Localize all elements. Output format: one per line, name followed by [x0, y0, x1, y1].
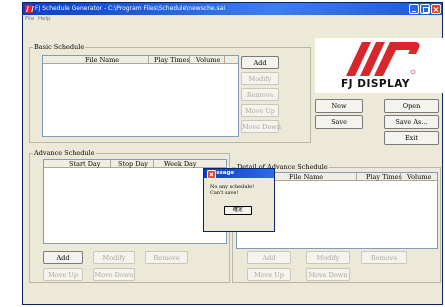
close-icon[interactable]: [431, 4, 441, 14]
basic-modify-button[interactable]: Modify: [241, 72, 279, 85]
advance-schedule-group: Advance Schedule Start Day Stop Day Week…: [29, 149, 230, 283]
fj-display-logo: FJ DISPLAY: [315, 38, 445, 93]
basic-add-button[interactable]: Add: [241, 56, 279, 69]
basic-schedule-group: Basic Schedule File Name Play Times Volu…: [29, 43, 311, 143]
column-week-day[interactable]: Week Day: [164, 160, 197, 168]
detail-move-down-button[interactable]: Move Down: [306, 268, 350, 281]
advance-modify-button[interactable]: Modify: [93, 251, 135, 264]
open-button[interactable]: Open: [384, 99, 439, 113]
main-window: FJ Schedule Generator - C:\Program Files…: [22, 2, 445, 305]
advance-move-up-button[interactable]: Move Up: [43, 268, 83, 281]
column-file-name[interactable]: File Name: [85, 56, 119, 64]
column-start-day[interactable]: Start Day: [69, 160, 100, 168]
column-detail-volume[interactable]: Volume: [407, 173, 431, 181]
dialog-ok-button[interactable]: 確定: [224, 206, 252, 215]
dialog-message: No any schedule! Can't save!: [210, 184, 254, 196]
detail-remove-button[interactable]: Remove: [361, 251, 407, 264]
advance-move-down-button[interactable]: Move Down: [93, 268, 135, 281]
dialog-close-icon[interactable]: [207, 170, 216, 179]
basic-schedule-header: File Name Play Times Volume: [43, 56, 238, 64]
detail-move-up-button[interactable]: Move Up: [247, 268, 291, 281]
dialog-title-bar[interactable]: Message: [204, 169, 274, 179]
column-stop-day[interactable]: Stop Day: [118, 160, 148, 168]
new-button[interactable]: New: [315, 99, 363, 113]
basic-schedule-label: Basic Schedule: [33, 43, 86, 51]
maximize-icon[interactable]: [420, 4, 430, 14]
menu-bar: File Help: [23, 15, 442, 24]
detail-add-button[interactable]: Add: [247, 251, 291, 264]
basic-move-up-button[interactable]: Move Up: [241, 104, 279, 117]
basic-move-down-button[interactable]: Move Down: [241, 120, 281, 133]
logo-text: FJ DISPLAY: [341, 78, 411, 90]
column-detail-file-name[interactable]: File Name: [289, 173, 323, 181]
message-dialog: Message No any schedule! Can't save! 確定: [203, 168, 275, 232]
save-button[interactable]: Save: [315, 115, 363, 129]
column-volume[interactable]: Volume: [196, 56, 220, 64]
advance-schedule-header: Start Day Stop Day Week Day: [44, 160, 226, 168]
minimize-icon[interactable]: [409, 4, 419, 14]
advance-remove-button[interactable]: Remove: [145, 251, 188, 264]
basic-schedule-list[interactable]: File Name Play Times Volume: [42, 55, 239, 137]
menu-help[interactable]: Help: [38, 16, 51, 22]
column-detail-play-times[interactable]: Play Times: [366, 173, 402, 181]
window-title: FJ Schedule Generator - C:\Program Files…: [35, 5, 225, 12]
save-as-button[interactable]: Save As...: [384, 115, 439, 129]
title-bar[interactable]: FJ Schedule Generator - C:\Program Files…: [23, 3, 442, 15]
column-play-times[interactable]: Play Times: [154, 56, 190, 64]
menu-file[interactable]: File: [25, 16, 34, 22]
fj-logo-mark: [346, 42, 420, 76]
exit-button[interactable]: Exit: [384, 131, 439, 145]
detail-modify-button[interactable]: Modify: [306, 251, 350, 264]
app-logo-icon: [25, 5, 33, 13]
advance-add-button[interactable]: Add: [43, 251, 83, 264]
advance-schedule-list[interactable]: Start Day Stop Day Week Day: [43, 159, 227, 244]
basic-remove-button[interactable]: Remove: [241, 88, 279, 101]
dialog-message-line2: Can't save!: [210, 190, 239, 196]
advance-schedule-label: Advance Schedule: [33, 149, 96, 157]
